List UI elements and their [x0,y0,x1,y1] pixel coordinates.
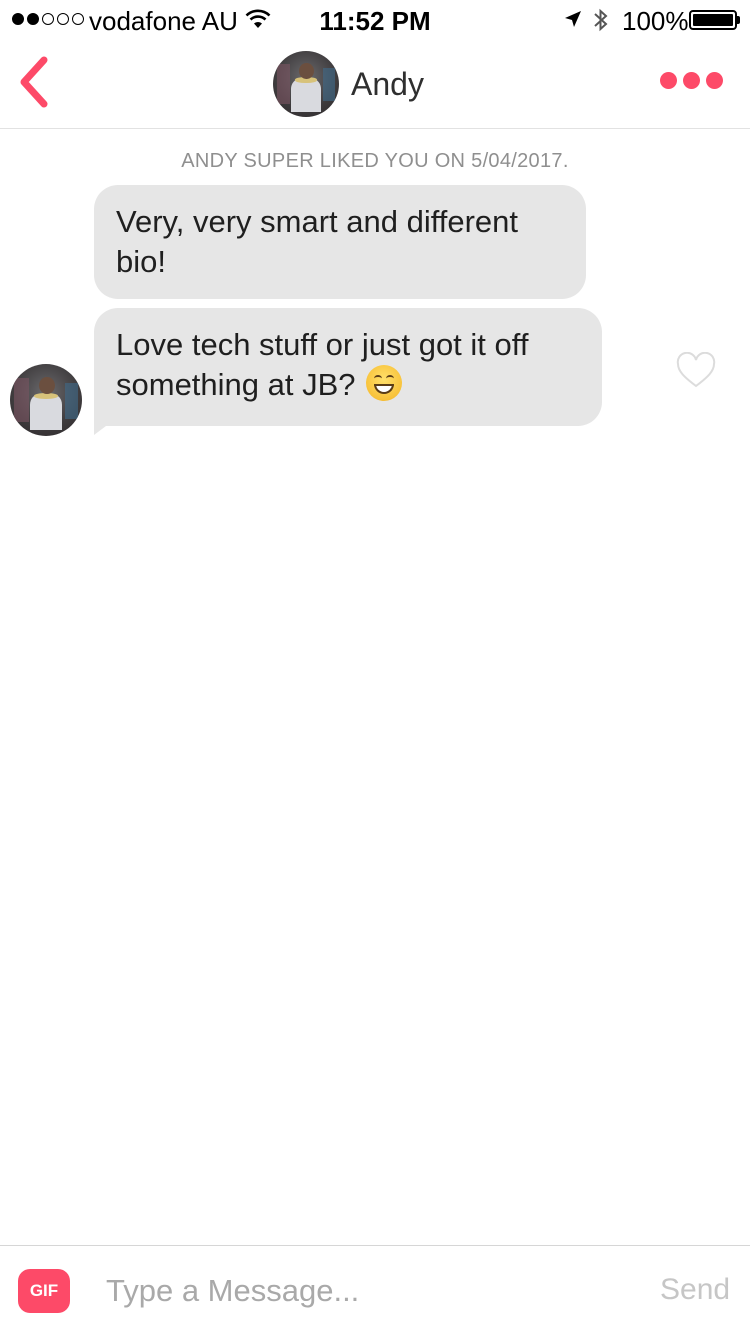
status-bar: vodafone AU 11:52 PM 100% [0,0,750,40]
super-like-notice: ANDY SUPER LIKED YOU ON 5/04/2017. [181,150,569,172]
back-chevron-icon[interactable] [14,54,58,110]
more-options-button[interactable] [660,72,723,89]
message-bubble: Love tech stuff or just got it off somet… [94,308,602,435]
contact-profile[interactable]: Andy [273,51,424,117]
heart-icon[interactable] [676,352,716,390]
message-composer: GIF Send [0,1245,750,1335]
send-button[interactable]: Send [660,1273,730,1307]
contact-name: Andy [351,65,424,102]
chat-header: Andy [0,40,750,129]
avatar [273,51,339,117]
message-bubble: Very, very smart and different bio! [94,185,586,299]
more-dot-icon [660,72,677,89]
message-text: Love tech stuff or just got it off somet… [116,327,529,402]
battery-percentage: 100% [622,6,689,36]
gif-button[interactable]: GIF [18,1269,70,1313]
sender-avatar[interactable] [10,364,82,436]
location-arrow-icon [565,11,581,27]
battery-cap [737,16,740,24]
more-dot-icon [706,72,723,89]
message-input[interactable] [106,1268,626,1314]
more-dot-icon [683,72,700,89]
battery-icon [689,10,737,30]
grinning-face-icon [366,365,403,401]
message-text: Very, very smart and different bio! [116,204,519,279]
bluetooth-icon [594,8,608,32]
